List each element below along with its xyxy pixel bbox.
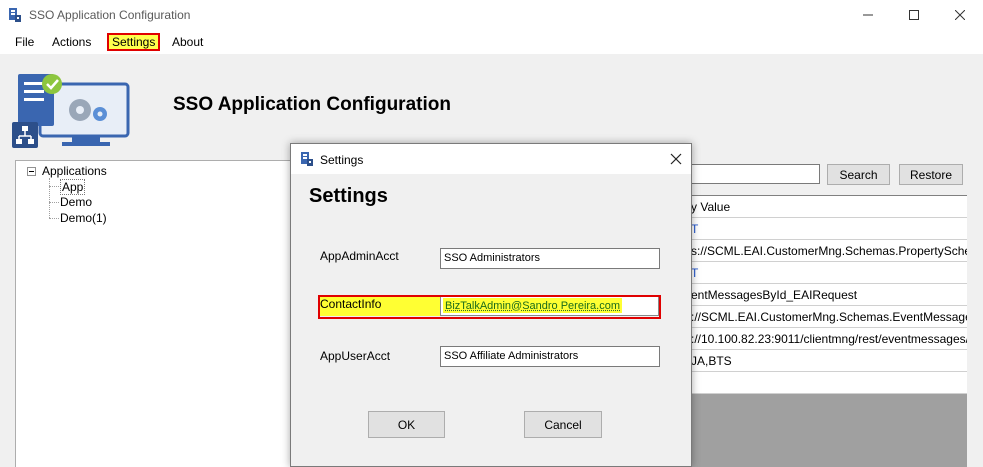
restore-button[interactable]: Restore xyxy=(899,164,963,185)
table-row[interactable]: ://SCML.EAI.CustomerMng.Schemas.EventMes… xyxy=(689,306,967,328)
tree-connector xyxy=(49,186,59,187)
menu-about[interactable]: About xyxy=(172,35,203,49)
close-button[interactable] xyxy=(937,0,983,30)
collapse-icon[interactable] xyxy=(27,167,36,176)
table-row[interactable]: T xyxy=(689,218,967,240)
dialog-heading: Settings xyxy=(309,185,388,207)
table-row[interactable]: JA,BTS xyxy=(689,350,967,372)
menu-file[interactable]: File xyxy=(15,35,34,49)
app-admin-acct-label: AppAdminAcct xyxy=(320,249,399,263)
close-icon xyxy=(955,10,965,20)
tree-item-app[interactable]: App xyxy=(60,179,86,195)
cancel-button[interactable]: Cancel xyxy=(524,411,602,438)
table-row[interactable]: entMessagesById_EAIRequest xyxy=(689,284,967,306)
minimize-icon xyxy=(863,14,873,16)
menu-bar: File Actions Settings About xyxy=(0,30,983,54)
search-button[interactable]: Search xyxy=(827,164,890,185)
app-icon xyxy=(9,8,21,22)
table-row[interactable]: ://10.100.82.23:9011/clientmng/rest/even… xyxy=(689,328,967,350)
tree-connector xyxy=(49,178,50,218)
header: SSO Application Configuration xyxy=(0,54,983,154)
table-row[interactable]: s://SCML.EAI.CustomerMng.Schemas.Propert… xyxy=(689,240,967,262)
dialog-title-bar: Settings xyxy=(291,144,691,174)
menu-settings[interactable]: Settings xyxy=(107,33,161,51)
tree-connector xyxy=(49,202,59,203)
dialog-title: Settings xyxy=(320,153,364,167)
app-icon xyxy=(301,152,313,166)
minimize-button[interactable] xyxy=(845,0,891,30)
settings-dialog: Settings Settings AppAdminAcct SSO Admin… xyxy=(290,143,692,467)
tree-connector xyxy=(49,218,59,219)
app-admin-acct-input[interactable]: SSO Administrators xyxy=(440,248,660,269)
table-row[interactable]: T xyxy=(689,262,967,284)
app-user-acct-label: AppUserAcct xyxy=(320,349,391,363)
tree-root-applications[interactable]: Applications xyxy=(42,164,107,178)
maximize-button[interactable] xyxy=(891,0,937,30)
search-input[interactable] xyxy=(688,164,820,184)
tree-item-demo-1[interactable]: Demo(1) xyxy=(60,211,107,225)
annotation-highlight-box xyxy=(318,295,661,319)
grid-header-value: y Value xyxy=(689,196,967,218)
properties-grid[interactable]: y Value T s://SCML.EAI.CustomerMng.Schem… xyxy=(688,195,967,467)
window-title: SSO Application Configuration xyxy=(29,8,191,22)
app-user-acct-input[interactable]: SSO Affiliate Administrators xyxy=(440,346,660,367)
table-row[interactable] xyxy=(689,372,967,394)
sso-config-logo xyxy=(12,74,130,148)
applications-tree[interactable]: Applications App Demo Demo(1) xyxy=(15,160,305,467)
menu-actions[interactable]: Actions xyxy=(52,35,91,49)
ok-button[interactable]: OK xyxy=(368,411,445,438)
title-bar: SSO Application Configuration xyxy=(0,0,983,30)
maximize-icon xyxy=(909,10,919,20)
page-title: SSO Application Configuration xyxy=(173,94,451,115)
tree-item-demo[interactable]: Demo xyxy=(60,195,92,209)
close-icon[interactable] xyxy=(669,152,683,166)
